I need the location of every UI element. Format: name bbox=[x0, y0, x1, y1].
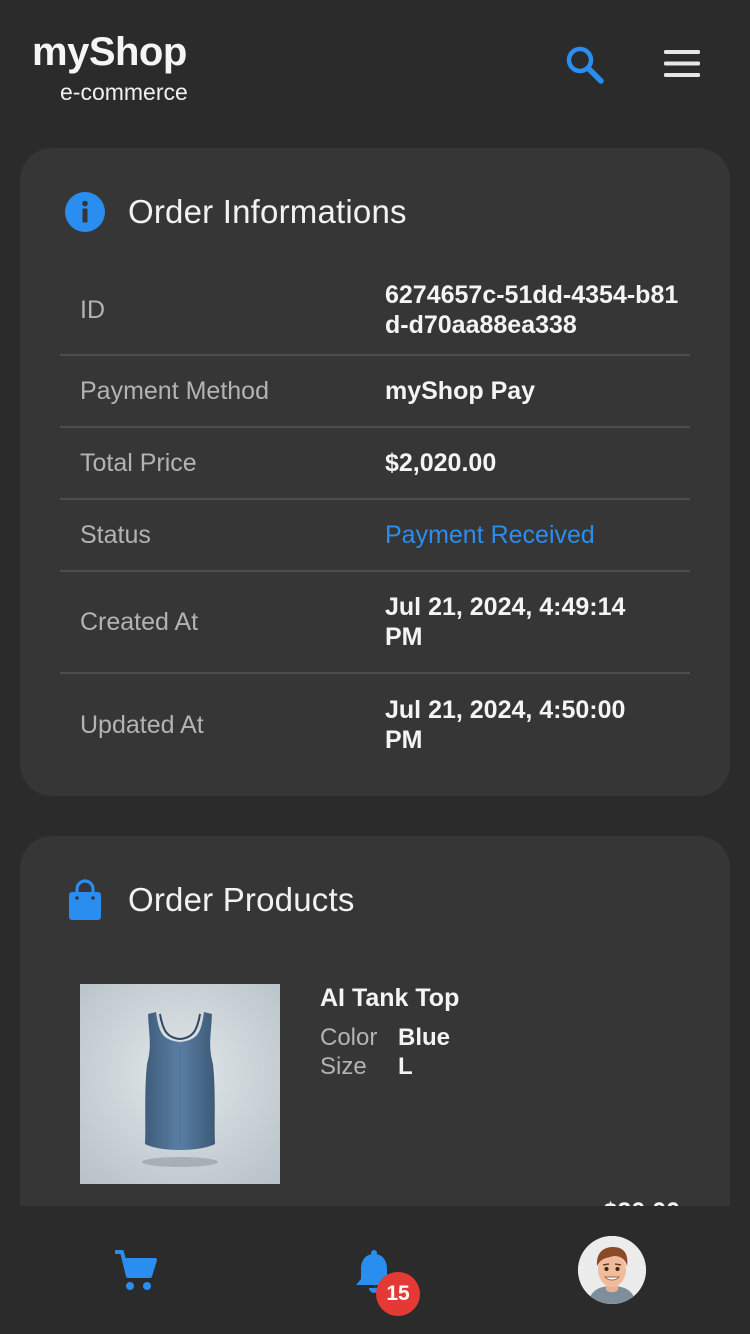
status-value: Payment Received bbox=[385, 521, 595, 549]
search-icon[interactable] bbox=[562, 42, 608, 88]
payment-method-value: myShop Pay bbox=[385, 377, 536, 405]
product-item[interactable]: AI Tank Top Color Blue Size L $20.00 bbox=[80, 984, 680, 1226]
app-title: myShop bbox=[32, 30, 187, 74]
info-row-status: Status Payment Received bbox=[60, 500, 690, 572]
info-label: ID bbox=[80, 295, 105, 324]
product-color-attr: Color Blue bbox=[320, 1024, 450, 1052]
brand[interactable]: myShop e-commerce bbox=[32, 30, 188, 106]
size-value: L bbox=[398, 1053, 413, 1080]
hamburger-menu-icon[interactable] bbox=[658, 44, 706, 84]
order-products-header: Order Products bbox=[64, 878, 355, 922]
info-row-id: ID 6274657c-51dd-4354-b81d-d70aa88ea338 bbox=[60, 266, 690, 356]
order-id-value: 6274657c-51dd-4354-b81d-d70aa88ea338 bbox=[385, 281, 679, 339]
info-label: Payment Method bbox=[80, 376, 269, 405]
user-avatar[interactable] bbox=[578, 1236, 646, 1304]
order-products-title: Order Products bbox=[128, 881, 355, 918]
product-name[interactable]: AI Tank Top bbox=[320, 984, 459, 1013]
updated-at-value: Jul 21, 2024, 4:50:00 PM bbox=[385, 696, 626, 754]
order-info-card: Order Informations ID 6274657c-51dd-4354… bbox=[20, 148, 730, 796]
bottom-nav: 15 bbox=[0, 1206, 750, 1334]
info-label: Status bbox=[80, 520, 151, 549]
info-row-payment-method: Payment Method myShop Pay bbox=[60, 356, 690, 428]
notification-badge: 15 bbox=[376, 1272, 420, 1316]
total-price-value: $2,020.00 bbox=[385, 449, 497, 477]
color-value: Blue bbox=[398, 1024, 451, 1051]
info-row-total-price: Total Price $2,020.00 bbox=[60, 428, 690, 500]
info-row-updated-at: Updated At Jul 21, 2024, 4:50:00 PM bbox=[60, 674, 690, 776]
app-header: myShop e-commerce bbox=[0, 0, 750, 130]
app-subtitle: e-commerce bbox=[60, 79, 188, 105]
color-label: Color bbox=[320, 1024, 378, 1051]
created-at-value: Jul 21, 2024, 4:49:14 PM bbox=[385, 593, 626, 651]
order-products-card: Order Products AI Tank Top Color Blue Si… bbox=[20, 836, 730, 1256]
info-row-created-at: Created At Jul 21, 2024, 4:49:14 PM bbox=[60, 572, 690, 674]
info-label: Created At bbox=[80, 607, 199, 636]
info-label: Updated At bbox=[80, 710, 204, 739]
order-info-title: Order Informations bbox=[128, 193, 407, 230]
info-icon bbox=[64, 191, 106, 233]
cart-icon[interactable] bbox=[112, 1246, 160, 1294]
order-info-table: ID 6274657c-51dd-4354-b81d-d70aa88ea338 … bbox=[60, 266, 690, 776]
product-size-attr: Size L bbox=[320, 1053, 413, 1081]
info-label: Total Price bbox=[80, 448, 197, 477]
shopping-bag-icon bbox=[64, 879, 106, 921]
product-image[interactable] bbox=[80, 984, 280, 1184]
size-label: Size bbox=[320, 1053, 367, 1080]
order-info-header: Order Informations bbox=[64, 190, 407, 234]
